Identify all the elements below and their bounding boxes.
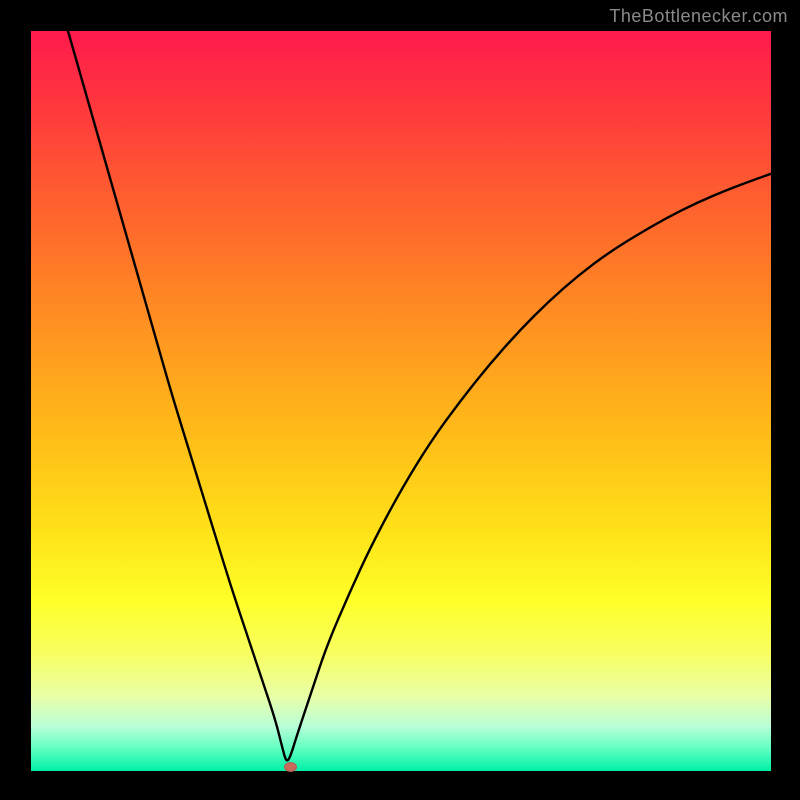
plot-area [31,31,771,771]
optimum-marker [284,762,297,772]
bottleneck-curve [31,31,771,771]
watermark-text: TheBottlenecker.com [609,6,788,27]
chart-frame: TheBottlenecker.com [0,0,800,800]
